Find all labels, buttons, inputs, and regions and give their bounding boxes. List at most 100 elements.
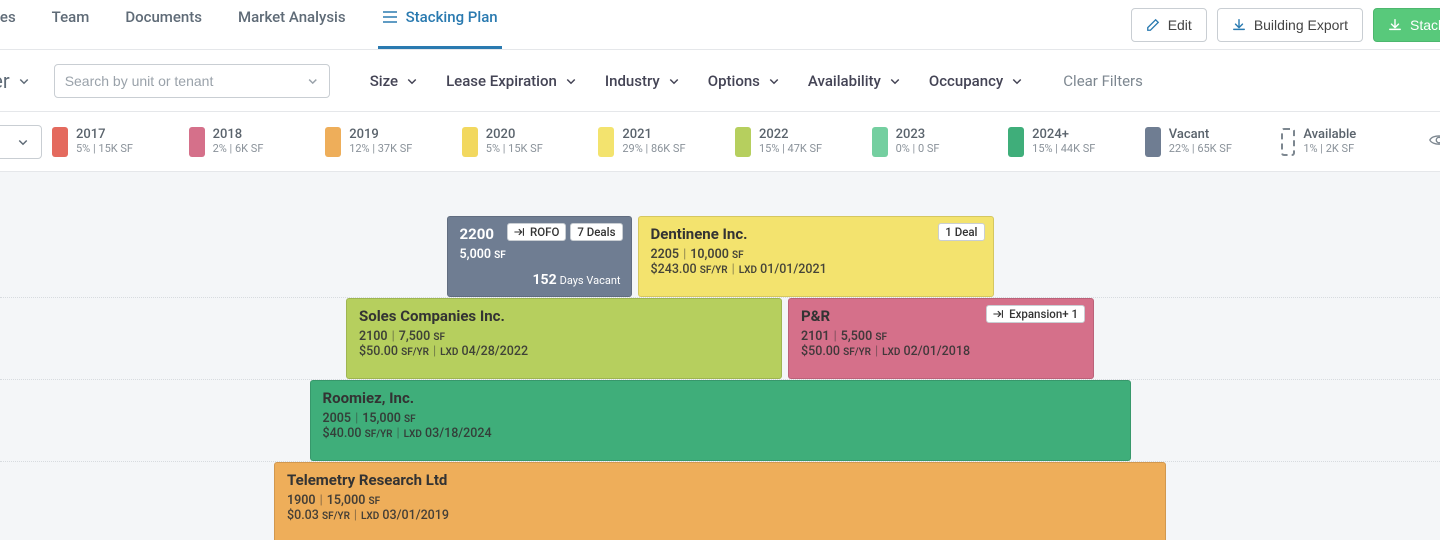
filter-size[interactable]: Size: [370, 72, 418, 90]
badge-label: Expansion+ 1: [1009, 307, 1078, 321]
legend-mode-dropdown[interactable]: [0, 125, 42, 159]
lxd-label: LXD: [882, 347, 900, 358]
rent-lxd-row: $243.00 SF/YR|LXD 01/01/2021: [651, 262, 981, 277]
unit-2205[interactable]: 1 Deal Dentinene Inc. 2205|10,000 SF $24…: [638, 216, 994, 297]
chevron-down-icon: [18, 75, 30, 87]
unit-rent: $40.00: [323, 426, 362, 441]
unit-lxd: 01/01/2021: [760, 262, 827, 277]
legend-sub: 12% | 37K SF: [349, 143, 412, 156]
pencil-icon: [1146, 18, 1160, 32]
legend-item[interactable]: 20205% | 15K SF: [462, 127, 599, 157]
chevron-down-icon: [1011, 75, 1023, 87]
filter-options[interactable]: Options: [708, 72, 780, 90]
unit-lxd: 03/01/2019: [382, 508, 449, 523]
unit-2100[interactable]: Soles Companies Inc. 2100|7,500 SF $50.0…: [346, 298, 782, 379]
building-selector[interactable]: s Tower: [0, 69, 38, 93]
visibility-toggle-icon[interactable]: [1428, 129, 1440, 155]
unit-suite: 2101: [801, 329, 830, 344]
legend-item[interactable]: 202215% | 47K SF: [735, 127, 872, 157]
sf-label: SF: [404, 414, 416, 425]
unit-rent: $243.00: [651, 262, 697, 277]
filter-label: Size: [370, 72, 398, 90]
legend-item[interactable]: Vacant22% | 65K SF: [1145, 127, 1282, 157]
tab-documents[interactable]: Documents: [121, 0, 206, 49]
tenant-name: Telemetry Research Ltd: [287, 471, 1153, 489]
legend-sub: 5% | 15K SF: [76, 143, 133, 156]
legend-item[interactable]: 201912% | 37K SF: [325, 127, 462, 157]
legend-swatch: [735, 127, 751, 157]
download-icon: [1232, 18, 1246, 32]
filter-industry[interactable]: Industry: [605, 72, 680, 90]
sf-label: SF: [433, 332, 445, 343]
stacking-icon: [382, 9, 398, 25]
sf-label: SF: [875, 332, 887, 343]
unit-1900[interactable]: Telemetry Research Ltd 1900|15,000 SF $0…: [274, 462, 1166, 540]
chevron-down-icon: [565, 75, 577, 87]
building-export-button[interactable]: Building Export: [1217, 8, 1363, 42]
edit-button[interactable]: Edit: [1131, 8, 1207, 42]
filter-occupancy[interactable]: Occupancy: [929, 72, 1023, 90]
legend-sub: 15% | 44K SF: [1032, 143, 1095, 156]
expansion-badge: Expansion+ 1: [986, 305, 1085, 323]
unit-2005[interactable]: Roomiez, Inc. 2005|15,000 SF $40.00 SF/Y…: [310, 380, 1131, 461]
unit-2200-vacant[interactable]: ROFO 7 Deals 2200 5,000 SF 152 Days Vaca…: [447, 216, 632, 297]
tenant-name: Roomiez, Inc.: [323, 389, 1118, 407]
badge-label: ROFO: [530, 225, 559, 239]
legend-label: 2021: [622, 128, 685, 143]
filter-availability[interactable]: Availability: [808, 72, 901, 90]
days-number: 152: [533, 272, 557, 288]
legend-swatch: [1145, 127, 1161, 157]
legend-text: 20182% | 6K SF: [213, 128, 264, 156]
sfyr-label: SF/YR: [700, 265, 728, 276]
legend-text: Available1% | 2K SF: [1303, 128, 1356, 156]
legend-item[interactable]: Available1% | 2K SF: [1281, 128, 1418, 156]
tab-team[interactable]: Team: [48, 0, 94, 49]
tab-stacking-plan[interactable]: Stacking Plan: [378, 0, 502, 49]
unit-2101[interactable]: Expansion+ 1 P&R 2101|5,500 SF $50.00 SF…: [788, 298, 1094, 379]
chevron-down-icon: [17, 136, 29, 148]
tab-market-analysis[interactable]: Market Analysis: [234, 0, 350, 49]
legend-item[interactable]: 20230% | 0 SF: [872, 127, 1009, 157]
badges: Expansion+ 1: [986, 305, 1085, 323]
stack-button[interactable]: Stack: [1373, 8, 1440, 42]
legend-item[interactable]: 2024+15% | 44K SF: [1008, 127, 1145, 157]
legend-sub: 0% | 0 SF: [896, 143, 940, 156]
option-icon: [993, 309, 1005, 319]
tab-label: Stacking Plan: [406, 8, 498, 26]
chevron-down-icon: [307, 75, 318, 87]
floor-row: Roomiez, Inc. 2005|15,000 SF $40.00 SF/Y…: [0, 380, 1440, 462]
chevron-down-icon: [406, 75, 418, 87]
legend-swatch: [872, 127, 888, 157]
legend-item[interactable]: 202129% | 86K SF: [598, 127, 735, 157]
lxd-label: LXD: [404, 429, 422, 440]
legend-items: 20175% | 15K SF 20182% | 6K SF 201912% | 3…: [52, 127, 1418, 157]
building-name: s Tower: [0, 69, 10, 93]
legend-text: 202129% | 86K SF: [622, 128, 685, 156]
legend-label: 2019: [349, 128, 412, 143]
tab-spaces[interactable]: aces: [0, 0, 20, 49]
clear-label: Clear Filters: [1063, 72, 1143, 90]
unit-rent: $50.00: [801, 344, 840, 359]
rent-lxd-row: $40.00 SF/YR|LXD 03/18/2024: [323, 426, 1118, 441]
deals-badge: 1 Deal: [938, 223, 984, 241]
search-box[interactable]: [54, 64, 330, 98]
suite-size-row: 2005|15,000 SF: [323, 411, 1118, 426]
badges: 1 Deal: [938, 223, 984, 241]
filter-lease-expiration[interactable]: Lease Expiration: [446, 72, 577, 90]
lxd-label: LXD: [739, 265, 757, 276]
legend-sub: 2% | 6K SF: [213, 143, 264, 156]
search-input[interactable]: [65, 73, 308, 89]
floor-row: Soles Companies Inc. 2100|7,500 SF $50.0…: [0, 298, 1440, 380]
unit-rent: $0.03: [287, 508, 319, 523]
rofo-badge: ROFO: [507, 223, 566, 241]
chevron-down-icon: [768, 75, 780, 87]
legend-text: 20230% | 0 SF: [896, 128, 940, 156]
clear-filters-button[interactable]: Clear Filters: [1063, 72, 1143, 90]
badge-label: 7 Deals: [577, 225, 615, 239]
legend-item[interactable]: 20175% | 15K SF: [52, 127, 189, 157]
unit-lxd: 02/01/2018: [904, 344, 971, 359]
unit-size: 7,500: [399, 329, 431, 344]
legend-item[interactable]: 20182% | 6K SF: [189, 127, 326, 157]
legend-swatch: [189, 127, 205, 157]
tab-label: Market Analysis: [238, 8, 346, 26]
